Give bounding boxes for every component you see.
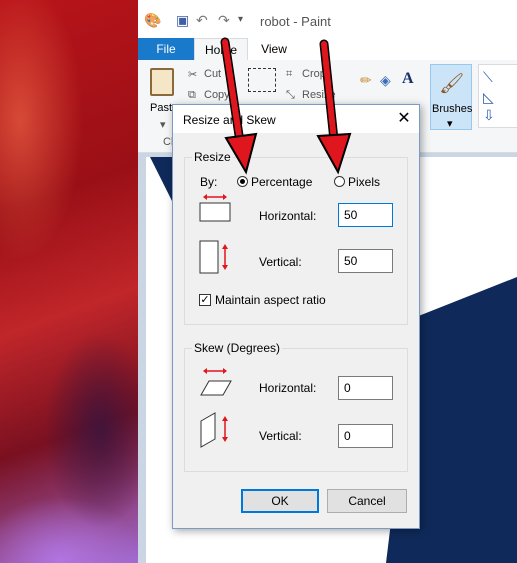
skew-horizontal-field[interactable] bbox=[338, 376, 393, 400]
skew-horizontal-label: Horizontal: bbox=[259, 381, 317, 395]
resize-vertical-field[interactable] bbox=[338, 249, 393, 273]
window-title: robot - Paint bbox=[260, 14, 331, 29]
pixels-label[interactable]: Pixels bbox=[348, 175, 380, 189]
skew-group-label: Skew (Degrees) bbox=[192, 341, 283, 355]
shapes-gallery[interactable]: ⟍ ◺ ⇩ bbox=[478, 64, 517, 128]
resize-vertical-label: Vertical: bbox=[259, 255, 302, 269]
percentage-label[interactable]: Percentage bbox=[251, 175, 312, 189]
crop-button[interactable]: Crop bbox=[302, 68, 326, 80]
maintain-aspect-checkbox[interactable]: ✓ bbox=[199, 294, 211, 306]
resize-group-label: Resize bbox=[192, 150, 233, 164]
brush-icon: 🖌 bbox=[439, 73, 465, 95]
vertical-resize-icon bbox=[199, 240, 228, 274]
pencil-icon[interactable]: ✏ bbox=[360, 72, 372, 89]
text-icon[interactable]: A bbox=[402, 70, 414, 88]
brushes-button[interactable]: 🖌 Brushes ▾ bbox=[430, 64, 472, 130]
chevron-down-icon[interactable]: ▾ bbox=[160, 118, 166, 131]
scissors-icon: ✂ bbox=[188, 69, 198, 81]
fill-icon[interactable]: ◈ bbox=[380, 72, 391, 89]
select-icon[interactable] bbox=[248, 68, 276, 92]
horizontal-skew-icon bbox=[200, 368, 232, 396]
close-icon[interactable]: ✕ bbox=[389, 105, 419, 133]
cut-button[interactable]: Cut bbox=[204, 68, 221, 80]
ok-button[interactable]: OK bbox=[241, 489, 319, 513]
brushes-label: Brushes bbox=[432, 103, 473, 115]
tab-home[interactable]: Home bbox=[194, 38, 248, 60]
tab-file[interactable]: File bbox=[138, 38, 194, 60]
paste-icon[interactable] bbox=[150, 68, 174, 96]
resize-horizontal-field[interactable] bbox=[338, 203, 393, 227]
resize-icon: ⤡ bbox=[286, 89, 295, 101]
redo-icon[interactable]: ↷ bbox=[218, 12, 230, 28]
resize-button[interactable]: Resize bbox=[302, 89, 336, 101]
dialog-title-bar: Resize and Skew ✕ bbox=[173, 105, 419, 133]
horizontal-resize-icon bbox=[199, 194, 231, 222]
resize-skew-dialog: Resize and Skew ✕ Resize By: Percentage … bbox=[172, 104, 420, 529]
pixels-radio[interactable] bbox=[334, 176, 345, 187]
ribbon-tabs: File Home View bbox=[138, 38, 517, 61]
triangle-shape-icon[interactable]: ◺ bbox=[483, 89, 494, 106]
paint-app-icon: 🎨 bbox=[144, 12, 162, 28]
save-icon[interactable]: ▣ bbox=[176, 12, 189, 28]
chevron-down-icon: ▾ bbox=[447, 118, 453, 130]
resize-horizontal-label: Horizontal: bbox=[259, 209, 317, 223]
by-label: By: bbox=[200, 175, 218, 189]
crop-icon: ⌗ bbox=[286, 68, 293, 80]
undo-icon[interactable]: ↶ bbox=[196, 12, 208, 28]
cancel-button[interactable]: Cancel bbox=[327, 489, 407, 513]
desktop-wallpaper bbox=[0, 0, 138, 563]
skew-vertical-label: Vertical: bbox=[259, 429, 302, 443]
percentage-radio[interactable] bbox=[237, 176, 248, 187]
copy-icon: ⧉ bbox=[188, 89, 196, 101]
dialog-title: Resize and Skew bbox=[183, 113, 276, 127]
skew-vertical-field[interactable] bbox=[338, 424, 393, 448]
title-bar: 🎨 ▣ ↶ ↷ ▾ robot - Paint bbox=[138, 0, 517, 38]
tab-view[interactable]: View bbox=[252, 38, 296, 60]
customize-qa-icon[interactable]: ▾ bbox=[238, 12, 243, 28]
line-shape-icon[interactable]: ⟍ bbox=[483, 69, 493, 86]
copy-button[interactable]: Copy bbox=[204, 89, 230, 101]
vertical-skew-icon bbox=[200, 412, 228, 448]
maintain-aspect-label[interactable]: Maintain aspect ratio bbox=[215, 293, 326, 307]
arrow-shape-icon[interactable]: ⇩ bbox=[483, 107, 495, 124]
